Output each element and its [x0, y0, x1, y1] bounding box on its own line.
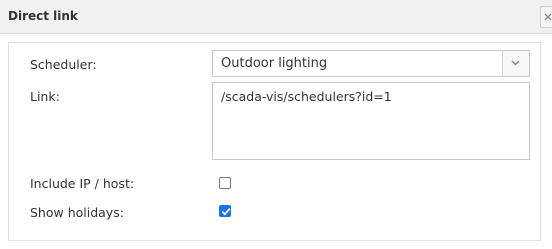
- show-holidays-label: Show holidays:: [30, 205, 124, 220]
- scheduler-select-value: Outdoor lighting: [221, 56, 328, 71]
- include-ip-checkbox[interactable]: [219, 177, 231, 189]
- link-label: Link:: [30, 89, 60, 104]
- close-icon: [544, 13, 552, 21]
- scheduler-select-toggle[interactable]: [502, 51, 529, 76]
- dialog-title: Direct link: [8, 9, 78, 23]
- chevron-down-icon: [511, 60, 520, 66]
- scheduler-select[interactable]: Outdoor lighting: [212, 50, 530, 77]
- scheduler-label: Scheduler:: [30, 57, 97, 72]
- show-holidays-checkbox[interactable]: [219, 205, 231, 217]
- direct-link-dialog: Direct link Scheduler: Outdoor lighting …: [0, 0, 552, 249]
- close-button[interactable]: [540, 6, 552, 28]
- checkmark-icon: [221, 208, 231, 216]
- include-ip-label: Include IP / host:: [30, 176, 135, 191]
- dialog-titlebar: Direct link: [0, 0, 552, 34]
- link-textarea[interactable]: /scada-vis/schedulers?id=1: [212, 82, 530, 160]
